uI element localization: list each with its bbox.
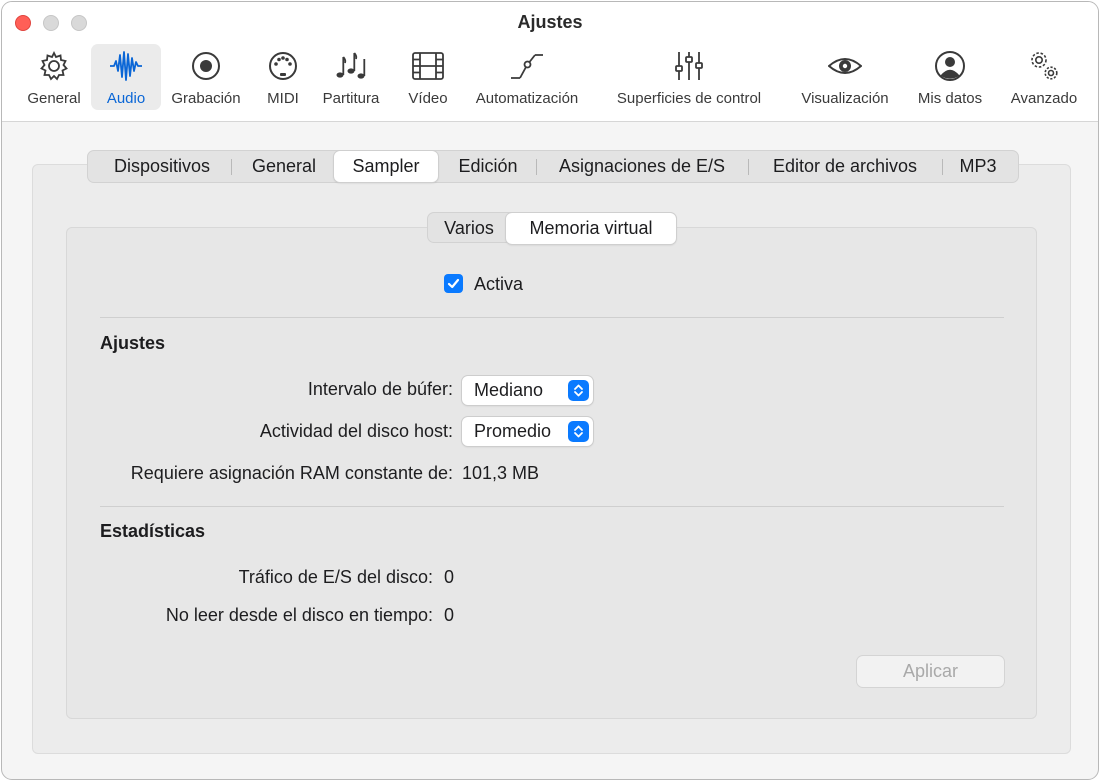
toolbar-label-audio: Audio — [106, 90, 146, 107]
midi-port-icon — [264, 48, 302, 84]
toolbar-item-midi[interactable]: MIDI — [262, 44, 304, 110]
sampler-subtabs: Varios Memoria virtual — [427, 212, 677, 244]
ram-value: 101,3 MB — [462, 463, 540, 483]
toolbar-label-general: General — [27, 90, 81, 107]
activa-label[interactable]: Activa — [474, 274, 523, 295]
window-title: Ajustes — [517, 12, 583, 32]
disk-activity-value: Promedio — [474, 421, 552, 441]
film-strip-icon — [409, 48, 447, 84]
toolbar-label-mis-datos: Mis datos — [917, 90, 983, 107]
toolbar-label-grabacion: Grabación — [171, 90, 241, 107]
ram-label: Requiere asignación RAM constante de: — [130, 463, 453, 483]
divider — [100, 317, 1004, 318]
toolbar-item-general[interactable]: General — [22, 44, 86, 110]
audio-waveform-icon — [107, 48, 145, 84]
tab-asignaciones[interactable]: Asignaciones de E/S — [540, 151, 744, 182]
subtab-varios[interactable]: Varios — [432, 213, 506, 244]
gears-icon — [1025, 48, 1063, 84]
toolbar-label-automatizacion: Automatización — [475, 90, 579, 107]
toolbar-item-mis-datos[interactable]: Mis datos — [910, 44, 990, 110]
apply-button[interactable]: Aplicar — [857, 656, 1004, 687]
buffer-label: Intervalo de búfer: — [307, 379, 453, 399]
subtab-memoria-virtual[interactable]: Memoria virtual — [506, 213, 676, 244]
tab-mp3[interactable]: MP3 — [946, 151, 1010, 182]
toolbar-label-partitura: Partitura — [322, 90, 380, 107]
tab-separator — [942, 159, 943, 175]
not-read-label: No leer desde el disco en tiempo: — [165, 605, 433, 625]
eye-icon — [826, 48, 864, 84]
toolbar-item-grabacion[interactable]: Grabación — [164, 44, 248, 110]
chevron-updown-icon — [568, 380, 589, 401]
music-notes-icon — [332, 48, 370, 84]
toolbar-item-partitura[interactable]: Partitura — [315, 44, 387, 110]
tab-sampler[interactable]: Sampler — [334, 151, 438, 182]
disk-io-value: 0 — [444, 567, 455, 587]
tab-separator — [231, 159, 232, 175]
settings-window: Ajustes General Audio Grabación MIDI Par… — [1, 1, 1099, 780]
record-icon — [187, 48, 225, 84]
sliders-icon — [670, 48, 708, 84]
toolbar: Ajustes General Audio Grabación MIDI Par… — [2, 2, 1098, 122]
toolbar-item-audio[interactable]: Audio — [91, 44, 161, 110]
chevron-updown-icon — [568, 421, 589, 442]
stats-heading: Estadísticas — [100, 521, 206, 541]
buffer-value: Mediano — [474, 380, 544, 400]
toolbar-item-avanzado[interactable]: Avanzado — [1005, 44, 1083, 110]
divider — [100, 506, 1004, 507]
not-read-value: 0 — [444, 605, 455, 625]
tab-edicion[interactable]: Edición — [441, 151, 535, 182]
toolbar-label-superficies: Superficies de control — [616, 90, 762, 107]
disk-activity-label: Actividad del disco host: — [259, 421, 453, 441]
toolbar-label-avanzado: Avanzado — [1010, 90, 1078, 107]
automation-curve-icon — [508, 48, 546, 84]
settings-heading: Ajustes — [100, 333, 166, 353]
toolbar-item-automatizacion[interactable]: Automatización — [466, 44, 588, 110]
buffer-popup[interactable]: Mediano — [462, 376, 593, 405]
tab-separator — [748, 159, 749, 175]
toolbar-item-visualizacion[interactable]: Visualización — [791, 44, 899, 110]
activa-checkbox[interactable] — [444, 274, 463, 293]
toolbar-label-midi: MIDI — [267, 90, 299, 107]
toolbar-item-video[interactable]: Vídeo — [402, 44, 454, 110]
audio-tabs: Dispositivos General Sampler Edición Asi… — [87, 150, 1019, 183]
tab-dispositivos[interactable]: Dispositivos — [96, 151, 228, 182]
toolbar-item-superficies[interactable]: Superficies de control — [602, 44, 776, 110]
checkmark-icon — [447, 278, 460, 289]
tab-separator — [536, 159, 537, 175]
gear-icon — [35, 48, 73, 84]
disk-io-label: Tráfico de E/S del disco: — [238, 567, 433, 587]
person-icon — [931, 48, 969, 84]
tab-general[interactable]: General — [236, 151, 332, 182]
disk-activity-popup[interactable]: Promedio — [462, 417, 593, 446]
tab-editor-archivos[interactable]: Editor de archivos — [752, 151, 938, 182]
toolbar-label-visualizacion: Visualización — [801, 90, 889, 107]
toolbar-label-video: Vídeo — [408, 90, 448, 107]
